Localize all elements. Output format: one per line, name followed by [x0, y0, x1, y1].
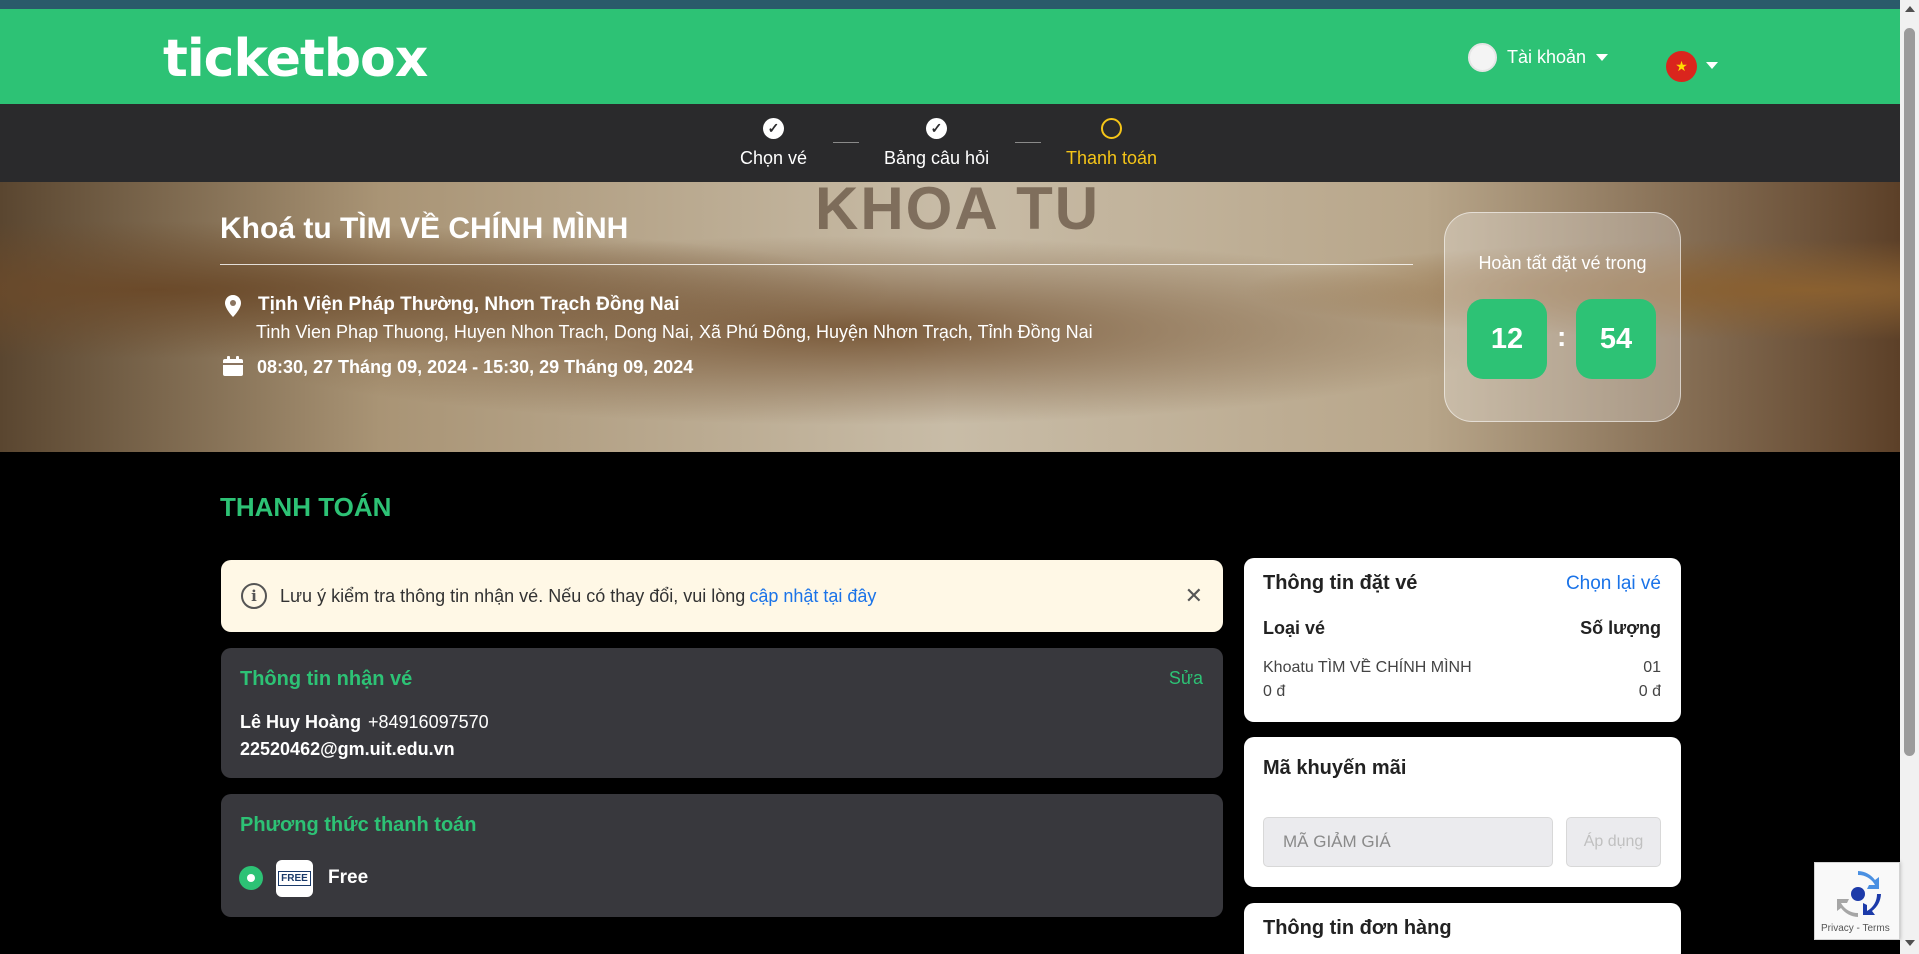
order-info-card: Thông tin đơn hàng: [1244, 903, 1681, 954]
step-choose-ticket: ✓ Chọn vé: [740, 118, 807, 169]
vietnam-flag-icon[interactable]: ★: [1666, 51, 1697, 82]
recaptcha-icon: [1837, 871, 1881, 917]
countdown-seconds: 54: [1576, 299, 1656, 379]
info-icon: i: [241, 583, 267, 609]
countdown-minutes: 12: [1467, 299, 1547, 379]
countdown-label: Hoàn tất đặt vé trong: [1478, 253, 1647, 273]
check-icon: ✓: [763, 118, 785, 139]
event-venue: Tịnh Viện Pháp Thường, Nhơn Trạch Đồng N…: [258, 294, 680, 315]
recipient-title: Thông tin nhận vé: [240, 668, 413, 690]
scroll-up-arrow-icon[interactable]: [1905, 6, 1915, 12]
recipient-card: Thông tin nhận vé Sửa Lê Huy Hoàng +8491…: [221, 648, 1223, 778]
free-payment-logo: FREE: [276, 860, 313, 897]
check-icon: ✓: [926, 118, 948, 139]
booking-countdown: Hoàn tất đặt vé trong 12 : 54: [1444, 212, 1681, 422]
circle-icon: [1101, 118, 1123, 139]
edit-recipient-button[interactable]: Sửa: [1169, 668, 1203, 689]
ticket-type-header: Loại vé: [1263, 618, 1326, 638]
step-payment: Thanh toán: [1066, 118, 1157, 169]
payment-method-name[interactable]: Free: [328, 867, 368, 889]
location-pin-icon: [225, 295, 241, 317]
chevron-down-icon: [1596, 54, 1609, 61]
ticket-price: 0 đ: [1263, 683, 1286, 700]
notice-banner: i Lưu ý kiểm tra thông tin nhận vé. Nếu …: [221, 560, 1223, 632]
scroll-down-arrow-icon[interactable]: [1905, 940, 1915, 946]
step-label: Chọn vé: [740, 148, 808, 168]
chevron-down-icon[interactable]: [1706, 62, 1718, 69]
divider: [220, 264, 1413, 265]
ticket-total: 0 đ: [1638, 683, 1661, 700]
ticket-quantity: 01: [1643, 659, 1661, 676]
step-separator: [833, 142, 859, 143]
account-label: Tài khoản: [1507, 47, 1587, 67]
ticket-name: Khoatu TÌM VỀ CHÍNH MÌNH: [1263, 659, 1472, 676]
countdown-separator: :: [1557, 321, 1567, 352]
recaptcha-badge[interactable]: Privacy - Terms: [1814, 862, 1900, 940]
checkout-steps: ✓ Chọn vé ✓ Bảng câu hỏi Thanh toán: [0, 104, 1900, 182]
step-questionnaire: ✓ Bảng câu hỏi: [884, 118, 989, 169]
recipient-email: 22520462@gm.uit.edu.vn: [240, 739, 455, 759]
ticketbox-logo[interactable]: ticketbox: [163, 29, 428, 89]
event-datetime: 08:30, 27 Tháng 09, 2024 - 15:30, 29 Thá…: [257, 357, 694, 377]
order-info-title: Thông tin đơn hàng: [1263, 917, 1452, 939]
recaptcha-links[interactable]: Privacy - Terms: [1821, 923, 1890, 934]
account-menu[interactable]: Tài khoản: [1468, 43, 1609, 72]
payment-method-card: Phương thức thanh toán FREE Free: [221, 794, 1223, 917]
recipient-name: Lê Huy Hoàng: [240, 712, 362, 732]
apply-promo-button[interactable]: Áp dụng: [1566, 817, 1661, 867]
event-title: Khoá tu TÌM VỀ CHÍNH MÌNH: [220, 212, 629, 245]
quantity-header: Số lượng: [1580, 618, 1661, 638]
calendar-icon: [223, 356, 243, 376]
payment-method-title: Phương thức thanh toán: [240, 814, 477, 836]
promo-code-title: Mã khuyến mãi: [1263, 757, 1407, 779]
update-link[interactable]: cập nhật tại đây: [749, 586, 876, 607]
event-address: Tinh Vien Phap Thuong, Huyen Nhon Trach,…: [256, 322, 1093, 342]
promo-code-card: Mã khuyến mãi Áp dụng: [1244, 737, 1681, 887]
payment-method-radio[interactable]: [239, 866, 263, 890]
page-scrollbar[interactable]: [1900, 0, 1919, 954]
step-label: Bảng câu hỏi: [884, 148, 990, 168]
free-logo-text: FREE: [278, 871, 311, 886]
step-label: Thanh toán: [1066, 148, 1158, 168]
browser-top-strip: [0, 0, 1919, 9]
notice-text: Lưu ý kiểm tra thông tin nhận vé. Nếu có…: [280, 585, 746, 606]
step-separator: [1015, 142, 1041, 143]
banner-image-text: KHOA TU: [815, 182, 1101, 242]
page-title: THANH TOÁN: [220, 492, 392, 522]
scroll-thumb[interactable]: [1904, 28, 1915, 756]
reselect-ticket-link[interactable]: Chọn lại vé: [1566, 573, 1661, 595]
booking-info-card: Thông tin đặt vé Chọn lại vé Loại vé Số …: [1244, 558, 1681, 722]
promo-code-input[interactable]: [1263, 817, 1553, 867]
close-icon[interactable]: ✕: [1185, 583, 1203, 609]
booking-info-title: Thông tin đặt vé: [1263, 572, 1418, 594]
recipient-phone: +84916097570: [368, 712, 489, 732]
site-header: ticketbox Tài khoản ★: [0, 9, 1900, 104]
avatar: [1468, 43, 1497, 72]
